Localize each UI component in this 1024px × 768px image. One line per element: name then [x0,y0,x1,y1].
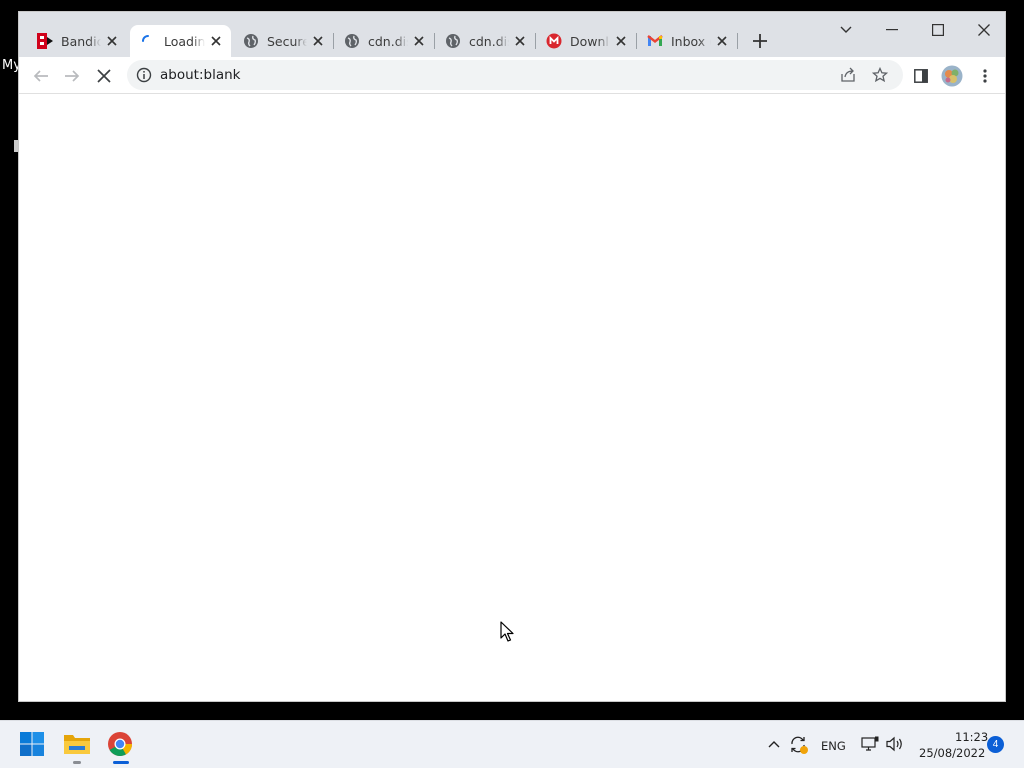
sync-icon [791,736,808,754]
start-button[interactable] [19,731,47,759]
new-tab-button[interactable] [750,31,770,51]
info-icon[interactable] [136,67,152,83]
network-button[interactable] [861,735,879,753]
show-hidden-icons-button[interactable] [766,735,782,753]
tab-strip: Bandica Loading... Secure cdn.dis [19,12,1005,57]
tab-title: Inbox ( [671,33,711,49]
globe-icon [344,33,360,49]
volume-button[interactable] [885,735,905,753]
tab-search-button[interactable] [823,16,869,44]
share-icon[interactable] [839,66,857,84]
avatar [941,65,963,87]
close-tab-icon[interactable] [614,34,628,48]
mouse-cursor-icon [500,621,514,648]
address-bar[interactable]: about:blank [127,60,903,90]
back-button[interactable] [29,64,53,88]
close-tab-icon[interactable] [715,34,729,48]
star-icon[interactable] [871,66,889,84]
loading-spinner-icon [140,33,156,49]
running-indicator [73,761,81,764]
tab-title: Loading... [164,33,205,49]
notification-badge[interactable]: 4 [987,736,1004,753]
tab-inbox[interactable]: Inbox ( [637,25,737,57]
browser-toolbar: about:blank [19,57,1005,94]
address-text[interactable]: about:blank [160,67,240,83]
close-tab-icon[interactable] [311,34,325,48]
profile-button[interactable] [940,64,964,88]
plus-icon [753,34,767,48]
arrow-left-icon [33,70,48,82]
chrome-taskbar-button[interactable] [107,731,135,759]
windows-icon [20,732,44,756]
tab-separator [737,33,738,49]
chevron-up-icon [768,741,780,748]
tab-cdn-1[interactable]: cdn.dis [334,25,434,57]
tab-title: Bandica [61,33,101,49]
tab-secure[interactable]: Secure [233,25,333,57]
network-icon [861,736,879,751]
close-tab-icon[interactable] [105,34,119,48]
minimize-button[interactable] [869,16,915,44]
gmail-icon [647,33,663,49]
tab-title: Secure [267,33,307,49]
tab-download[interactable]: Downlo [536,25,636,57]
globe-icon [445,33,461,49]
forward-button[interactable] [60,64,84,88]
maximize-button[interactable] [915,16,961,44]
close-tab-icon[interactable] [412,34,426,48]
language-indicator[interactable]: ENG [821,739,846,753]
clock-time[interactable]: 11:23 [955,730,988,744]
taskbar: ENG 11:23 25/08/2022 [0,720,1024,768]
chevron-down-icon [840,26,852,33]
close-icon [978,24,990,36]
page-content[interactable] [19,95,1005,701]
chrome-icon [108,732,132,757]
tab-loading[interactable]: Loading... [130,25,231,57]
menu-button[interactable] [973,64,997,88]
tab-cdn-2[interactable]: cdn.dis [435,25,535,57]
speaker-icon [886,736,902,752]
side-panel-button[interactable] [909,64,933,88]
mega-icon [546,33,562,49]
file-explorer-button[interactable] [63,731,91,759]
minimize-icon [886,29,898,31]
active-indicator [113,761,129,764]
stop-icon [97,69,111,83]
close-window-button[interactable] [961,16,1007,44]
bandicam-icon [37,33,53,49]
browser-window: Bandica Loading... Secure cdn.dis [18,11,1006,702]
maximize-icon [932,24,944,36]
tab-title: Downlo [570,33,610,49]
arrow-right-icon [65,70,80,82]
close-tab-icon[interactable] [513,34,527,48]
folder-icon [64,735,90,754]
tab-title: cdn.dis [368,33,408,49]
globe-icon [243,33,259,49]
tab-bandicam[interactable]: Bandica [27,25,127,57]
tab-title: cdn.dis [469,33,509,49]
sync-status-button[interactable] [789,735,809,755]
stop-loading-button[interactable] [92,64,116,88]
close-tab-icon[interactable] [209,34,223,48]
clock-date[interactable]: 25/08/2022 [919,746,985,760]
side-panel-icon [914,69,928,83]
more-vertical-icon [983,69,987,83]
